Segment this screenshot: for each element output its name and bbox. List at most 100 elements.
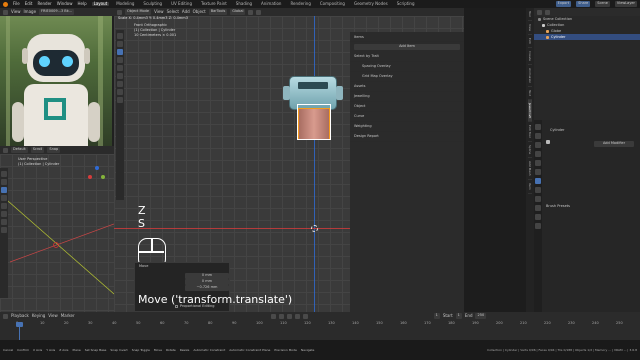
section-design-report[interactable]: Design Report bbox=[350, 132, 464, 142]
redo-panel-title[interactable]: Move bbox=[135, 263, 229, 271]
data-properties-icon[interactable] bbox=[535, 214, 541, 220]
menu-file[interactable]: File bbox=[13, 2, 20, 6]
image-view-menu[interactable]: View bbox=[11, 10, 21, 14]
outliner-row-cylinder[interactable]: Cylinder bbox=[534, 34, 640, 40]
marker-menu[interactable]: Marker bbox=[61, 314, 75, 318]
start-frame-field[interactable]: 1 bbox=[455, 313, 462, 319]
tab-modeling[interactable]: Modeling bbox=[114, 2, 136, 6]
vtab-tool[interactable]: Tool bbox=[528, 8, 532, 21]
jump-end-icon[interactable] bbox=[302, 313, 308, 319]
current-frame-field[interactable]: 1 bbox=[433, 313, 440, 319]
scale-tool-icon[interactable] bbox=[117, 65, 123, 71]
image-image-menu[interactable]: Image bbox=[24, 10, 37, 14]
material-properties-icon[interactable] bbox=[535, 223, 541, 229]
tab-rendering[interactable]: Rendering bbox=[288, 2, 312, 6]
transform-tool-icon[interactable] bbox=[117, 73, 123, 79]
constraints-properties-icon[interactable] bbox=[535, 205, 541, 211]
mode-dropdown[interactable]: Object Mode bbox=[125, 9, 152, 15]
add-cube-tool-icon[interactable] bbox=[117, 97, 123, 103]
vtab-edit[interactable]: Edit bbox=[528, 35, 532, 48]
section-weighting[interactable]: Weighting bbox=[350, 122, 464, 132]
cursor-tool-icon[interactable] bbox=[117, 41, 123, 47]
transform-tool-icon[interactable] bbox=[1, 211, 7, 217]
menu-help[interactable]: Help bbox=[77, 2, 86, 6]
vtab-jewelcraft[interactable]: JewelCraft bbox=[528, 100, 532, 123]
move-x-field[interactable]: 0 mm bbox=[185, 273, 229, 279]
export-button[interactable]: Export bbox=[555, 1, 572, 7]
vtab-view[interactable]: View bbox=[528, 21, 532, 35]
annotate-tool-icon[interactable] bbox=[1, 219, 7, 225]
playback-menu[interactable]: Playback bbox=[11, 314, 29, 318]
grid-map-overlay-toggle[interactable]: Grid Map Overlay bbox=[350, 72, 464, 82]
tab-texture-paint[interactable]: Texture Paint bbox=[199, 2, 229, 6]
prev-keyframe-icon[interactable] bbox=[278, 313, 284, 319]
menu-render[interactable]: Render bbox=[37, 2, 51, 6]
section-jewelling[interactable]: Jewelling bbox=[350, 92, 464, 102]
share-button[interactable]: Share bbox=[576, 1, 591, 7]
select-menu[interactable]: Select bbox=[167, 10, 179, 14]
bartools-menu[interactable]: BarTools bbox=[208, 9, 228, 15]
viewport-canvas[interactable]: Scale X: 0.4mm3 Y: 0.4mm3 Z: 0.4mm3 Fron… bbox=[114, 16, 464, 312]
vtab-create[interactable]: Create bbox=[528, 48, 532, 65]
scale-tool-icon[interactable] bbox=[1, 203, 7, 209]
move-tool-icon[interactable] bbox=[1, 187, 7, 193]
scene-selector[interactable]: Scene bbox=[595, 1, 610, 7]
output-properties-icon[interactable] bbox=[535, 142, 541, 148]
editor-type-icon[interactable] bbox=[3, 9, 8, 15]
timeline-ruler[interactable]: 0102030405060708090100110120130140150160… bbox=[0, 320, 640, 340]
side-viewport-canvas[interactable]: User Perspective (1) Collection | Cylind… bbox=[0, 154, 114, 312]
object-menu[interactable]: Object bbox=[193, 10, 206, 14]
section-curve[interactable]: Curve bbox=[350, 112, 464, 122]
spacing-overlay-toggle[interactable]: Spacing Overlay bbox=[350, 62, 464, 72]
render-properties-icon[interactable] bbox=[535, 133, 541, 139]
vtab-item[interactable]: Item bbox=[528, 180, 532, 194]
jump-start-icon[interactable] bbox=[270, 313, 276, 319]
section-object[interactable]: Object bbox=[350, 102, 464, 112]
cursor-tool-icon[interactable] bbox=[1, 179, 7, 185]
orientation-dropdown[interactable]: Default bbox=[11, 147, 28, 153]
tool-properties-icon[interactable] bbox=[535, 124, 541, 130]
move-y-field[interactable]: 0 mm bbox=[185, 279, 229, 285]
add-modifier-button[interactable]: Add Modifier bbox=[594, 141, 634, 147]
vtab-add-mesh[interactable]: Add Mesh bbox=[528, 158, 532, 180]
scroll-menu[interactable]: Scroll bbox=[30, 147, 45, 153]
rotate-tool-icon[interactable] bbox=[1, 195, 7, 201]
tab-sculpting[interactable]: Sculpting bbox=[141, 2, 164, 6]
tab-layout[interactable]: Layout bbox=[91, 2, 110, 6]
view-menu[interactable]: View bbox=[154, 10, 164, 14]
keying-menu[interactable]: Keying bbox=[32, 314, 45, 318]
annotate-tool-icon[interactable] bbox=[117, 81, 123, 87]
rotate-tool-icon[interactable] bbox=[117, 57, 123, 63]
world-properties-icon[interactable] bbox=[535, 160, 541, 166]
scene-properties-icon[interactable] bbox=[535, 151, 541, 157]
blender-logo-icon[interactable] bbox=[3, 1, 8, 7]
editor-type-icon[interactable] bbox=[117, 9, 122, 15]
vtab-edit-tool[interactable]: Edit Tool bbox=[528, 122, 532, 142]
next-keyframe-icon[interactable] bbox=[294, 313, 300, 319]
editor-type-icon[interactable] bbox=[3, 147, 8, 153]
tab-shading[interactable]: Shading bbox=[234, 2, 254, 6]
add-item-button[interactable]: Add Item bbox=[354, 44, 460, 50]
side-navigation-gizmo[interactable] bbox=[88, 166, 106, 184]
editor-type-icon[interactable] bbox=[3, 313, 8, 319]
vtab-text[interactable]: Text bbox=[528, 87, 532, 101]
tab-compositing[interactable]: Compositing bbox=[318, 2, 347, 6]
measure-tool-icon[interactable] bbox=[117, 89, 123, 95]
snap-icon[interactable] bbox=[248, 9, 254, 15]
add-menu[interactable]: Add bbox=[182, 10, 190, 14]
snap-menu[interactable]: Snap bbox=[47, 147, 61, 153]
move-z-field[interactable]: −0.726 mm bbox=[185, 285, 229, 291]
proportional-edit-icon[interactable] bbox=[256, 9, 262, 15]
editor-type-icon[interactable] bbox=[537, 9, 542, 15]
move-tool-icon[interactable] bbox=[117, 49, 123, 55]
image-filename[interactable]: FRIE0009...3 Bk... bbox=[39, 9, 75, 15]
vtab-spline[interactable]: Spline bbox=[528, 142, 532, 159]
tab-scripting[interactable]: Scripting bbox=[395, 2, 417, 6]
particles-properties-icon[interactable] bbox=[535, 187, 541, 193]
select-tool-icon[interactable] bbox=[1, 171, 7, 177]
end-frame-field[interactable]: 250 bbox=[475, 313, 487, 319]
tab-uv-editing[interactable]: UV Editing bbox=[169, 2, 194, 6]
view-menu[interactable]: View bbox=[48, 314, 58, 318]
object-properties-icon[interactable] bbox=[535, 169, 541, 175]
transform-orientation-dropdown[interactable]: Global bbox=[230, 9, 246, 15]
